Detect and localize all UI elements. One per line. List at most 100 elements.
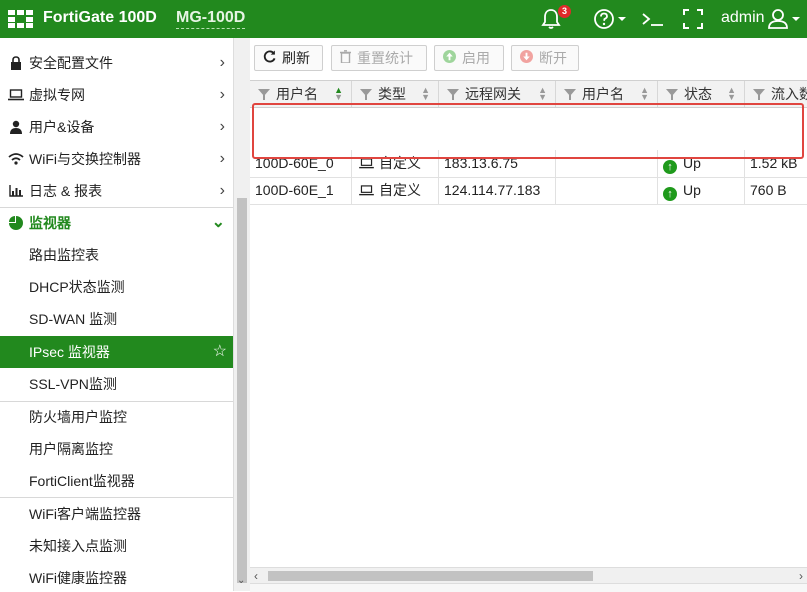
help-button[interactable] — [593, 8, 626, 30]
sort-icon[interactable]: ▲ ▼ — [421, 86, 430, 102]
refresh-label: 刷新 — [282, 50, 310, 66]
laptop-icon — [359, 158, 374, 169]
cell-remote-gateway: 124.114.77.183 — [439, 177, 556, 204]
sidebar-subitem-forticlient-monitor[interactable]: FortiClient监视器 — [0, 465, 233, 497]
status-up-icon: ↑ — [663, 160, 677, 174]
sort-icon[interactable]: ▲ ▼ — [727, 86, 736, 102]
chevron-right-icon: › — [219, 54, 225, 71]
filter-icon[interactable] — [564, 89, 576, 100]
table-row[interactable]: 100D-60E_0 自定义 183.13.6.75 ↑ Up 1.52 kB — [250, 150, 807, 178]
sidebar-subitem-dhcp-monitor[interactable]: DHCP状态监测 — [0, 271, 233, 303]
sidebar-item-security-profiles[interactable]: 安全配置文件 › — [0, 47, 233, 79]
table-row[interactable]: 100D-60E_1 自定义 124.114.77.183 ↑ Up 760 B — [250, 177, 807, 205]
chevron-down-icon: ⌄ — [211, 214, 225, 231]
sidebar-item-label: WiFi与交换控制器 — [29, 151, 141, 167]
status-up-icon: ↑ — [663, 187, 677, 201]
chevron-right-icon: › — [219, 150, 225, 167]
column-header-label: 类型 — [378, 86, 406, 102]
sidebar-subitem-sdwan-monitor[interactable]: SD-WAN 监测 — [0, 303, 233, 335]
column-header-type[interactable]: 类型 ▲ ▼ — [352, 81, 439, 107]
sidebar-item-label: 安全配置文件 — [29, 55, 113, 71]
filter-icon[interactable] — [360, 89, 372, 100]
sidebar-item-log-report[interactable]: 日志 & 报表 › — [0, 175, 233, 207]
sidebar-subitem-rogue-ap-monitor[interactable]: 未知接入点监测 — [0, 530, 233, 562]
column-header-label: 状态 — [684, 86, 712, 102]
table-header: 用户名 ▲ ▼ 类型 ▲ ▼ 远程网关 ▲ ▼ 用户名 ▲ ▼ 状态 ▲ ▼ 流… — [250, 81, 807, 108]
sidebar-item-label: WiFi客户端监控器 — [29, 506, 141, 522]
cell-username — [556, 150, 658, 177]
column-header-name[interactable]: 用户名 ▲ ▼ — [250, 81, 352, 107]
chevron-right-icon: › — [219, 118, 225, 135]
brand-title: FortiGate 100D — [43, 9, 157, 26]
horizontal-scrollbar[interactable]: ‹ › — [250, 567, 807, 584]
sidebar-item-vpn[interactable]: 虚拟专网 › — [0, 79, 233, 111]
column-header-incoming[interactable]: 流入数据 — [745, 81, 807, 107]
cell-username — [556, 177, 658, 204]
top-bar: FortiGate 100D MG-100D 3 admin — [0, 0, 807, 38]
sidebar-subitem-sslvpn-monitor[interactable]: SSL-VPN监测 — [0, 368, 233, 400]
cell-type: 自定义 — [352, 177, 439, 204]
sidebar-item-wifi-switch[interactable]: WiFi与交换控制器 › — [0, 143, 233, 175]
filter-icon[interactable] — [447, 89, 459, 100]
sort-icon[interactable]: ▲ ▼ — [640, 86, 649, 102]
sidebar-subitem-wifi-health-monitor[interactable]: WiFi健康监控器 — [0, 562, 233, 591]
column-header-status[interactable]: 状态 ▲ ▼ — [658, 81, 745, 107]
enable-label: 启用 — [462, 50, 490, 66]
filter-icon[interactable] — [258, 89, 270, 100]
cell-type: 自定义 — [352, 150, 439, 177]
sidebar-scrollbar[interactable]: ⌄ — [233, 38, 250, 591]
refresh-button[interactable]: 刷新 — [254, 45, 323, 71]
main-content: 刷新 重置统计 启用 断开 用户名 ▲ ▼ 类型 ▲ ▼ 远程网关 ▲ ▼ 用户… — [250, 38, 807, 592]
user-icon — [8, 111, 24, 143]
scroll-right-icon[interactable]: › — [799, 568, 803, 584]
sidebar-subitem-route-monitor[interactable]: 路由监控表 — [0, 239, 233, 271]
ipsec-tunnel-table: 用户名 ▲ ▼ 类型 ▲ ▼ 远程网关 ▲ ▼ 用户名 ▲ ▼ 状态 ▲ ▼ 流… — [250, 80, 807, 567]
enable-button[interactable]: 启用 — [434, 45, 504, 71]
cell-status: ↑ Up — [658, 150, 745, 177]
arrow-up-circle-icon — [443, 50, 456, 66]
sidebar-item-user-device[interactable]: 用户&设备 › — [0, 111, 233, 143]
type-label: 自定义 — [379, 182, 421, 198]
star-icon[interactable]: ☆ — [213, 336, 227, 368]
scroll-left-icon[interactable]: ‹ — [254, 568, 258, 584]
sidebar-item-label: 路由监控表 — [29, 247, 99, 263]
refresh-icon — [263, 50, 276, 66]
toolbar: 刷新 重置统计 启用 断开 — [250, 38, 807, 76]
sidebar-subitem-firewall-user-monitor[interactable]: 防火墙用户监控 — [0, 401, 233, 433]
sort-ascending-icon[interactable]: ▲ ▼ — [334, 86, 343, 102]
laptop-icon — [359, 185, 374, 196]
fortinet-logo-icon — [8, 10, 34, 28]
lock-icon — [8, 47, 24, 79]
disconnect-button[interactable]: 断开 — [511, 45, 579, 71]
cell-name: 100D-60E_1 — [250, 177, 352, 204]
terminal-icon — [642, 13, 663, 26]
user-menu[interactable]: admin — [721, 9, 765, 27]
sidebar-subitem-quarantine-monitor[interactable]: 用户隔离监控 — [0, 433, 233, 465]
sidebar-subitem-ipsec-monitor[interactable]: IPsec 监视器 ☆ — [0, 336, 233, 368]
chevron-right-icon: › — [219, 182, 225, 199]
scrollbar-thumb[interactable] — [237, 198, 247, 583]
notification-badge: 3 — [558, 5, 571, 18]
scrollbar-thumb[interactable] — [268, 571, 593, 581]
status-label: Up — [683, 155, 701, 171]
reset-statistics-label: 重置统计 — [357, 50, 413, 66]
column-header-remote-gateway[interactable]: 远程网关 ▲ ▼ — [439, 81, 556, 107]
sort-icon[interactable]: ▲ ▼ — [538, 86, 547, 102]
sidebar-item-monitor[interactable]: 监视器 ⌄ — [0, 207, 233, 239]
disconnect-label: 断开 — [539, 50, 567, 66]
sidebar-item-label: SSL-VPN监测 — [29, 376, 117, 392]
column-header-label: 用户名 — [276, 86, 318, 102]
chevron-down-icon[interactable]: ⌄ — [237, 575, 245, 586]
filter-icon[interactable] — [666, 89, 678, 100]
reset-statistics-button[interactable]: 重置统计 — [331, 45, 427, 71]
sidebar-subitem-wifi-client-monitor[interactable]: WiFi客户端监控器 — [0, 498, 233, 530]
sidebar: 安全配置文件 › 虚拟专网 › 用户&设备 › WiFi与交换控制器 › 日志 … — [0, 38, 233, 591]
sidebar-item-label: SD-WAN 监测 — [29, 311, 118, 327]
fullscreen-button[interactable] — [682, 8, 704, 30]
column-header-username[interactable]: 用户名 ▲ ▼ — [556, 81, 658, 107]
cli-console-button[interactable] — [641, 8, 665, 30]
pie-icon — [8, 207, 24, 239]
filter-icon[interactable] — [753, 89, 765, 100]
user-menu-icon-button[interactable] — [767, 8, 800, 30]
hostname[interactable]: MG-100D — [176, 9, 246, 29]
